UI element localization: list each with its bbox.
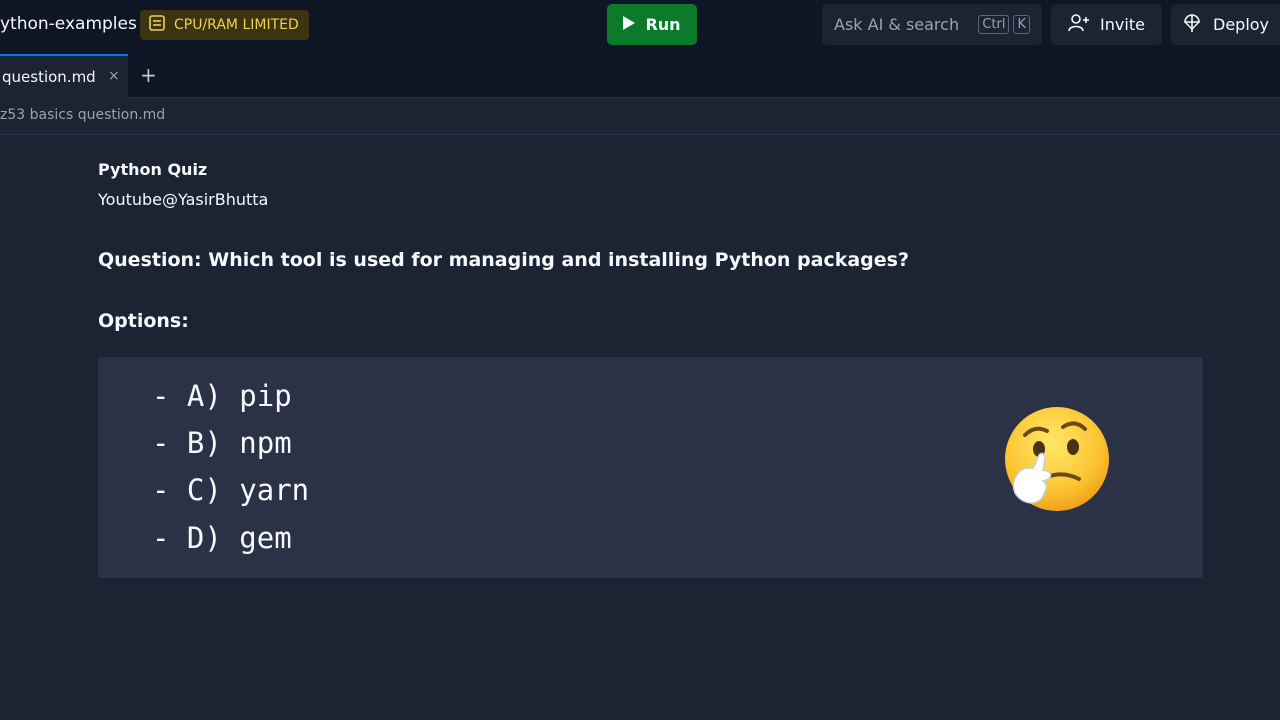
ai-search-input[interactable]: Ask AI & search Ctrl K <box>822 4 1042 45</box>
resource-limit-badge[interactable]: CPU/RAM LIMITED <box>140 10 309 40</box>
breadcrumb[interactable]: z53 basics question.md <box>0 107 165 123</box>
top-bar: ython-examples CPU/RAM LIMITED Run Ask A… <box>0 0 1280 50</box>
invite-label: Invite <box>1100 15 1145 34</box>
limit-badge-label: CPU/RAM LIMITED <box>174 17 299 33</box>
tab-label: question.md <box>2 68 96 86</box>
option-d: - D) gem <box>152 521 292 555</box>
search-placeholder: Ask AI & search <box>834 15 960 34</box>
doc-author: Youtube@YasirBhutta <box>98 190 269 209</box>
shortcut-key-k: K <box>1013 15 1030 34</box>
add-tab-button[interactable]: + <box>140 63 157 87</box>
project-name[interactable]: ython-examples <box>0 14 137 34</box>
options-heading: Options: <box>98 310 189 332</box>
shortcut-key-ctrl: Ctrl <box>978 15 1010 34</box>
breadcrumb-bar: z53 basics question.md <box>0 98 1280 135</box>
quiz-question: Question: Which tool is used for managin… <box>98 249 909 271</box>
play-icon <box>623 15 636 34</box>
deploy-icon <box>1183 13 1201 37</box>
option-c: - C) yarn <box>152 473 310 507</box>
doc-title: Python Quiz <box>98 160 208 179</box>
option-b: - B) npm <box>152 426 292 460</box>
options-code-block: - A) pip - B) npm - C) yarn - D) gem <box>98 357 1203 578</box>
option-a: - A) pip <box>152 379 292 413</box>
cpu-icon <box>148 14 166 36</box>
deploy-label: Deploy <box>1213 15 1270 34</box>
tab-question-md[interactable]: question.md × <box>0 54 128 98</box>
deploy-button[interactable]: Deploy <box>1171 4 1280 45</box>
editor-tab-bar: question.md × + <box>0 50 1280 98</box>
invite-button[interactable]: Invite <box>1051 4 1162 45</box>
add-user-icon <box>1068 13 1090 37</box>
run-label: Run <box>645 15 681 34</box>
run-button[interactable]: Run <box>607 4 697 45</box>
thinking-face-icon <box>1003 405 1111 513</box>
close-icon[interactable]: × <box>108 68 120 84</box>
